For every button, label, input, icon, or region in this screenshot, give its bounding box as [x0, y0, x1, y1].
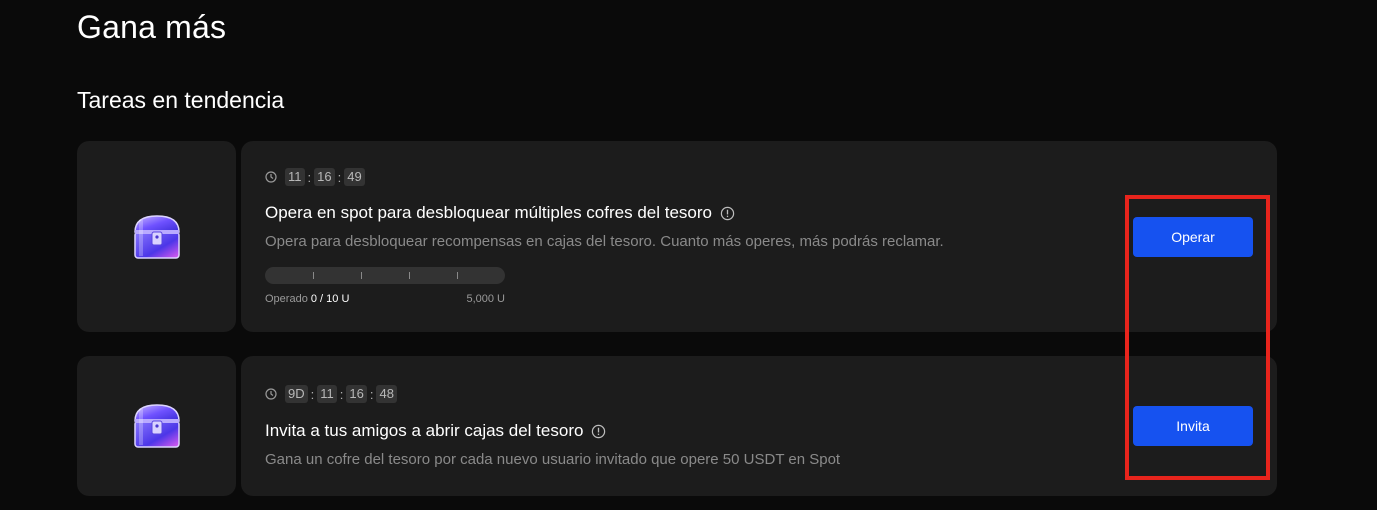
task-row: 11 : 16 : 49 Opera en spot para desbloqu…	[77, 141, 1277, 332]
progress-tick	[409, 272, 410, 279]
task-title-text: Opera en spot para desbloquear múltiples…	[265, 203, 712, 222]
progress-tick	[313, 272, 314, 279]
operar-button[interactable]: Operar	[1133, 217, 1253, 257]
page-title: Gana más	[77, 9, 227, 45]
timer-minutes: 16	[346, 385, 367, 403]
progress-current: Operado 0 / 10 U	[265, 293, 349, 305]
clock-icon	[265, 388, 277, 400]
countdown-timer: 9D : 11 : 16 : 48	[265, 385, 397, 403]
countdown-timer: 11 : 16 : 49	[265, 168, 365, 186]
progress-tick	[457, 272, 458, 279]
treasure-chest-icon	[133, 404, 180, 448]
clock-icon	[265, 171, 277, 183]
task-title-text: Invita a tus amigos a abrir cajas del te…	[265, 421, 584, 440]
progress-label: Operado	[265, 293, 308, 305]
timer-hours: 11	[317, 385, 337, 403]
task-description: Gana un cofre del tesoro por cada nuevo …	[265, 451, 841, 468]
timer-seconds: 48	[376, 385, 397, 403]
task-row: 9D : 11 : 16 : 48 Invita a tus amigos a …	[77, 356, 1277, 496]
task-thumbnail	[77, 356, 236, 496]
task-title: Opera en spot para desbloquear múltiples…	[265, 203, 735, 223]
task-description: Opera para desbloquear recompensas en ca…	[265, 233, 944, 250]
progress-labels: Operado 0 / 10 U 5,000 U	[265, 293, 505, 305]
timer-seconds: 49	[344, 168, 365, 186]
earn-more-page: Gana más Tareas en tendencia 11: 16: 4…	[0, 0, 1377, 510]
progress-bar	[265, 267, 505, 284]
progress-tick	[361, 272, 362, 279]
invite-button[interactable]: Invita	[1133, 406, 1253, 446]
info-icon[interactable]	[720, 206, 735, 221]
progress-max: 5,000 U	[466, 293, 505, 305]
progress-value: 0 / 10 U	[310, 293, 350, 305]
treasure-chest-icon	[133, 214, 180, 259]
task-card: 11 : 16 : 49 Opera en spot para desbloqu…	[241, 141, 1277, 332]
task-title: Invita a tus amigos a abrir cajas del te…	[265, 421, 606, 441]
timer-days: 9D	[285, 385, 308, 403]
task-thumbnail	[77, 141, 236, 332]
section-title: Tareas en tendencia	[77, 87, 285, 113]
task-card: 9D : 11 : 16 : 48 Invita a tus amigos a …	[241, 356, 1277, 496]
timer-hours: 11	[285, 168, 305, 186]
info-icon[interactable]	[591, 424, 606, 439]
timer-minutes: 16	[314, 168, 335, 186]
